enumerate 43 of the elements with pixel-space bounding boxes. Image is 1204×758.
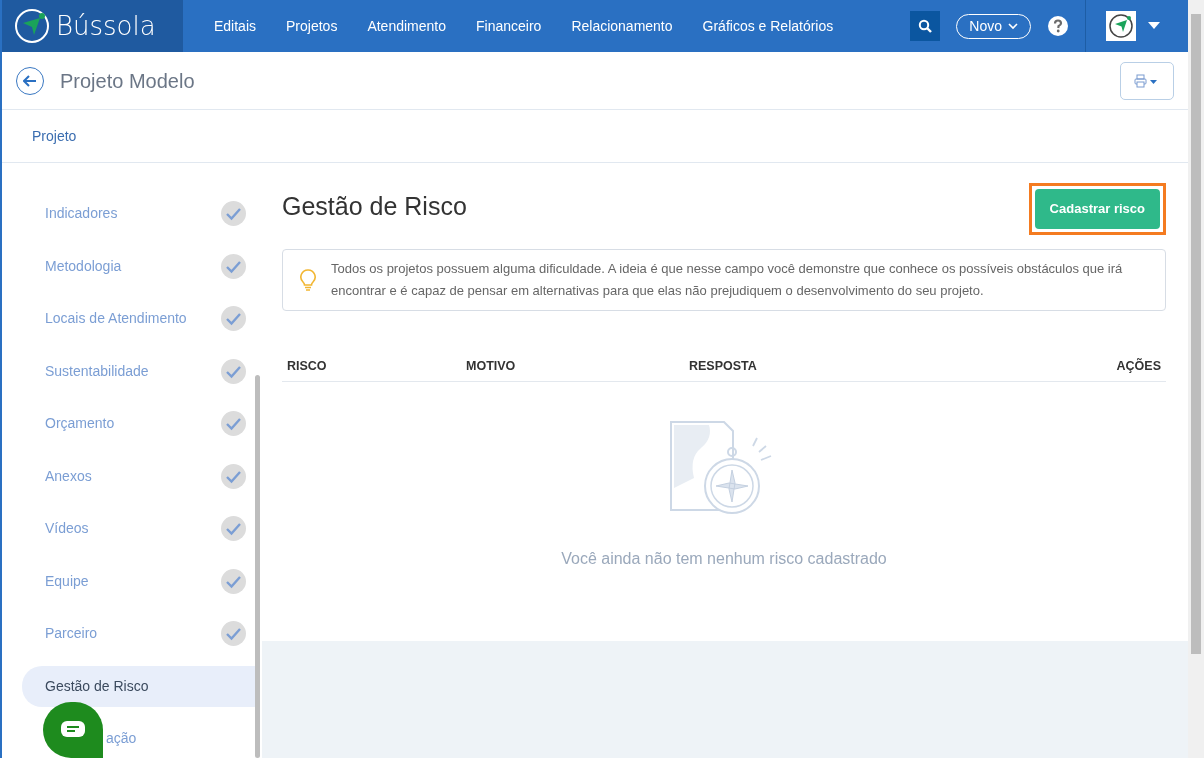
sidebar-item[interactable]: Sustentabilidade xyxy=(22,350,256,392)
nav-link[interactable]: Financeiro xyxy=(461,15,557,37)
column-header: RESPOSTA xyxy=(689,357,758,375)
brand-name: Bússola xyxy=(56,9,156,43)
lightbulb-icon xyxy=(299,267,317,292)
sidebar-item[interactable]: Gestão de Risco xyxy=(22,665,256,707)
nav-link[interactable]: Relacionamento xyxy=(556,15,688,37)
caret-icon[interactable] xyxy=(1148,22,1160,30)
chat-icon xyxy=(60,720,86,740)
tab[interactable]: Projeto xyxy=(32,125,77,147)
nav-link[interactable]: Gráficos e Relatórios xyxy=(687,15,849,37)
help-icon[interactable] xyxy=(1047,15,1069,37)
sidebar-item[interactable]: Equipe xyxy=(22,560,256,602)
search-icon xyxy=(918,19,933,33)
add-risk-button[interactable]: Cadastrar risco xyxy=(1034,189,1160,229)
sidebar-item[interactable]: Indicadores xyxy=(22,193,256,234)
printer-icon xyxy=(1134,73,1160,88)
logo-icon xyxy=(14,8,50,44)
scrollbar[interactable] xyxy=(1191,14,1201,654)
nav-link[interactable]: Atendimento xyxy=(352,15,461,37)
sidebar-item[interactable]: Orçamento xyxy=(22,403,256,444)
empty-state-message: Você ainda não tem nenhum risco cadastrado xyxy=(561,549,887,570)
page-title: Projeto Modelo xyxy=(60,68,195,94)
arrow-left-icon xyxy=(23,74,37,87)
column-header: AÇÕES xyxy=(1116,357,1161,375)
sidebar-item[interactable]: Anexos xyxy=(22,455,256,497)
nav-link[interactable]: Editais xyxy=(199,15,272,37)
sidebar-item[interactable]: ação xyxy=(22,718,256,758)
avatar-logo[interactable] xyxy=(1106,11,1136,41)
sidebar-item[interactable]: Vídeos xyxy=(22,508,256,549)
sidebar-item[interactable]: Metodologia xyxy=(22,245,256,287)
sidebar-item[interactable]: Locais de Atendimento xyxy=(22,298,256,339)
sidebar-item[interactable]: Parceiro xyxy=(22,613,256,654)
scrollbar[interactable] xyxy=(255,375,260,758)
chevron-down-icon xyxy=(1008,22,1018,30)
column-header: MOTIVO xyxy=(466,357,517,375)
back-button[interactable] xyxy=(16,66,44,95)
nav-link[interactable]: Projetos xyxy=(271,15,353,37)
search-button[interactable] xyxy=(910,11,941,41)
column-header: RISCO xyxy=(287,357,328,375)
chat-button[interactable] xyxy=(43,702,103,758)
section-title: Gestão de Risco xyxy=(282,191,467,221)
hint-text: Todos os projetos possuem alguma dificuldade. A ideia é que nesse campo você demonstre que conhece os possíveis obstáculos que irá encontrar e é capaz de pensar em alternativas para que elas não prejudiquem o desenvolvimento do seu projeto. xyxy=(331,259,1124,300)
